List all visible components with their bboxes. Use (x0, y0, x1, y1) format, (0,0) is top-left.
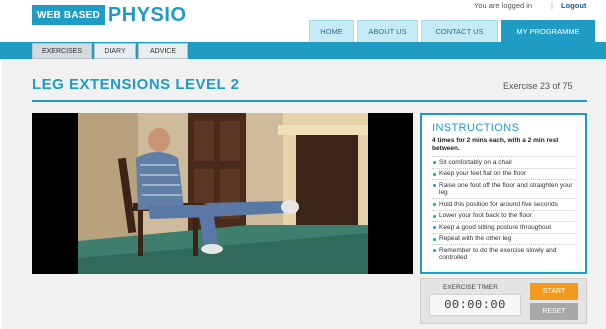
tab-home[interactable]: HOME (309, 20, 354, 42)
instruction-step: Raise one foot off the floor and straigh… (432, 179, 576, 198)
tab-my-programme[interactable]: MY PROGRAMME (501, 20, 595, 42)
instruction-step: Keep your feet flat on the floor (432, 167, 576, 180)
instruction-step: Repeat with the other leg (432, 232, 576, 245)
tab-about-us[interactable]: ABOUT US (357, 20, 418, 42)
exercise-timer: EXERCISE TIMER 00:00:00 START RESET (420, 278, 587, 324)
sub-nav: EXERCISES DIARY ADVICE (32, 43, 188, 59)
reset-button[interactable]: RESET (530, 303, 578, 320)
logo-wordmark: PHYSIO (107, 3, 187, 26)
instructions-lead: 4 times for 2 mins each, with a 2 min re… (432, 137, 559, 152)
instruction-step: Lower your foot back to the floor (432, 209, 576, 222)
instructions-panel: INSTRUCTIONS 4 times for 2 mins each, wi… (420, 113, 587, 274)
tab-contact-us[interactable]: CONTACT US (421, 20, 498, 42)
subtab-diary[interactable]: DIARY (94, 43, 136, 59)
subtab-exercises[interactable]: EXERCISES (32, 43, 92, 59)
video-still-illustration (78, 113, 368, 274)
logout-link[interactable]: Logout (561, 1, 586, 10)
logo-box-text: WEB BASED (32, 5, 105, 25)
page-title: LEG EXTENSIONS LEVEL 2 (32, 76, 240, 93)
timer-display: 00:00:00 (429, 294, 521, 316)
instruction-step: Sit comfortably on a chair (432, 156, 576, 168)
start-button[interactable]: START (530, 283, 578, 300)
site-logo[interactable]: WEB BASED PHYSIO (32, 3, 187, 27)
instructions-list: Sit comfortably on a chair Keep your fee… (432, 156, 576, 263)
login-status: You are logged in (474, 1, 533, 10)
title-divider (32, 100, 587, 102)
exercise-counter: Exercise 23 of 75 (503, 81, 573, 91)
header-separator: | (551, 1, 553, 10)
subtab-advice[interactable]: ADVICE (138, 43, 188, 59)
timer-label: EXERCISE TIMER (443, 284, 498, 291)
instruction-step: Keep a good sitting posture throughout (432, 221, 576, 233)
instruction-step: Hold this position for around five secon… (432, 198, 576, 210)
instructions-heading: INSTRUCTIONS (432, 122, 520, 134)
instruction-step: Remember to do the exercise slowly and c… (432, 244, 576, 263)
video-frame (78, 113, 368, 274)
exercise-video[interactable] (32, 113, 413, 274)
main-nav: HOME ABOUT US CONTACT US MY PROGRAMME (309, 20, 595, 42)
